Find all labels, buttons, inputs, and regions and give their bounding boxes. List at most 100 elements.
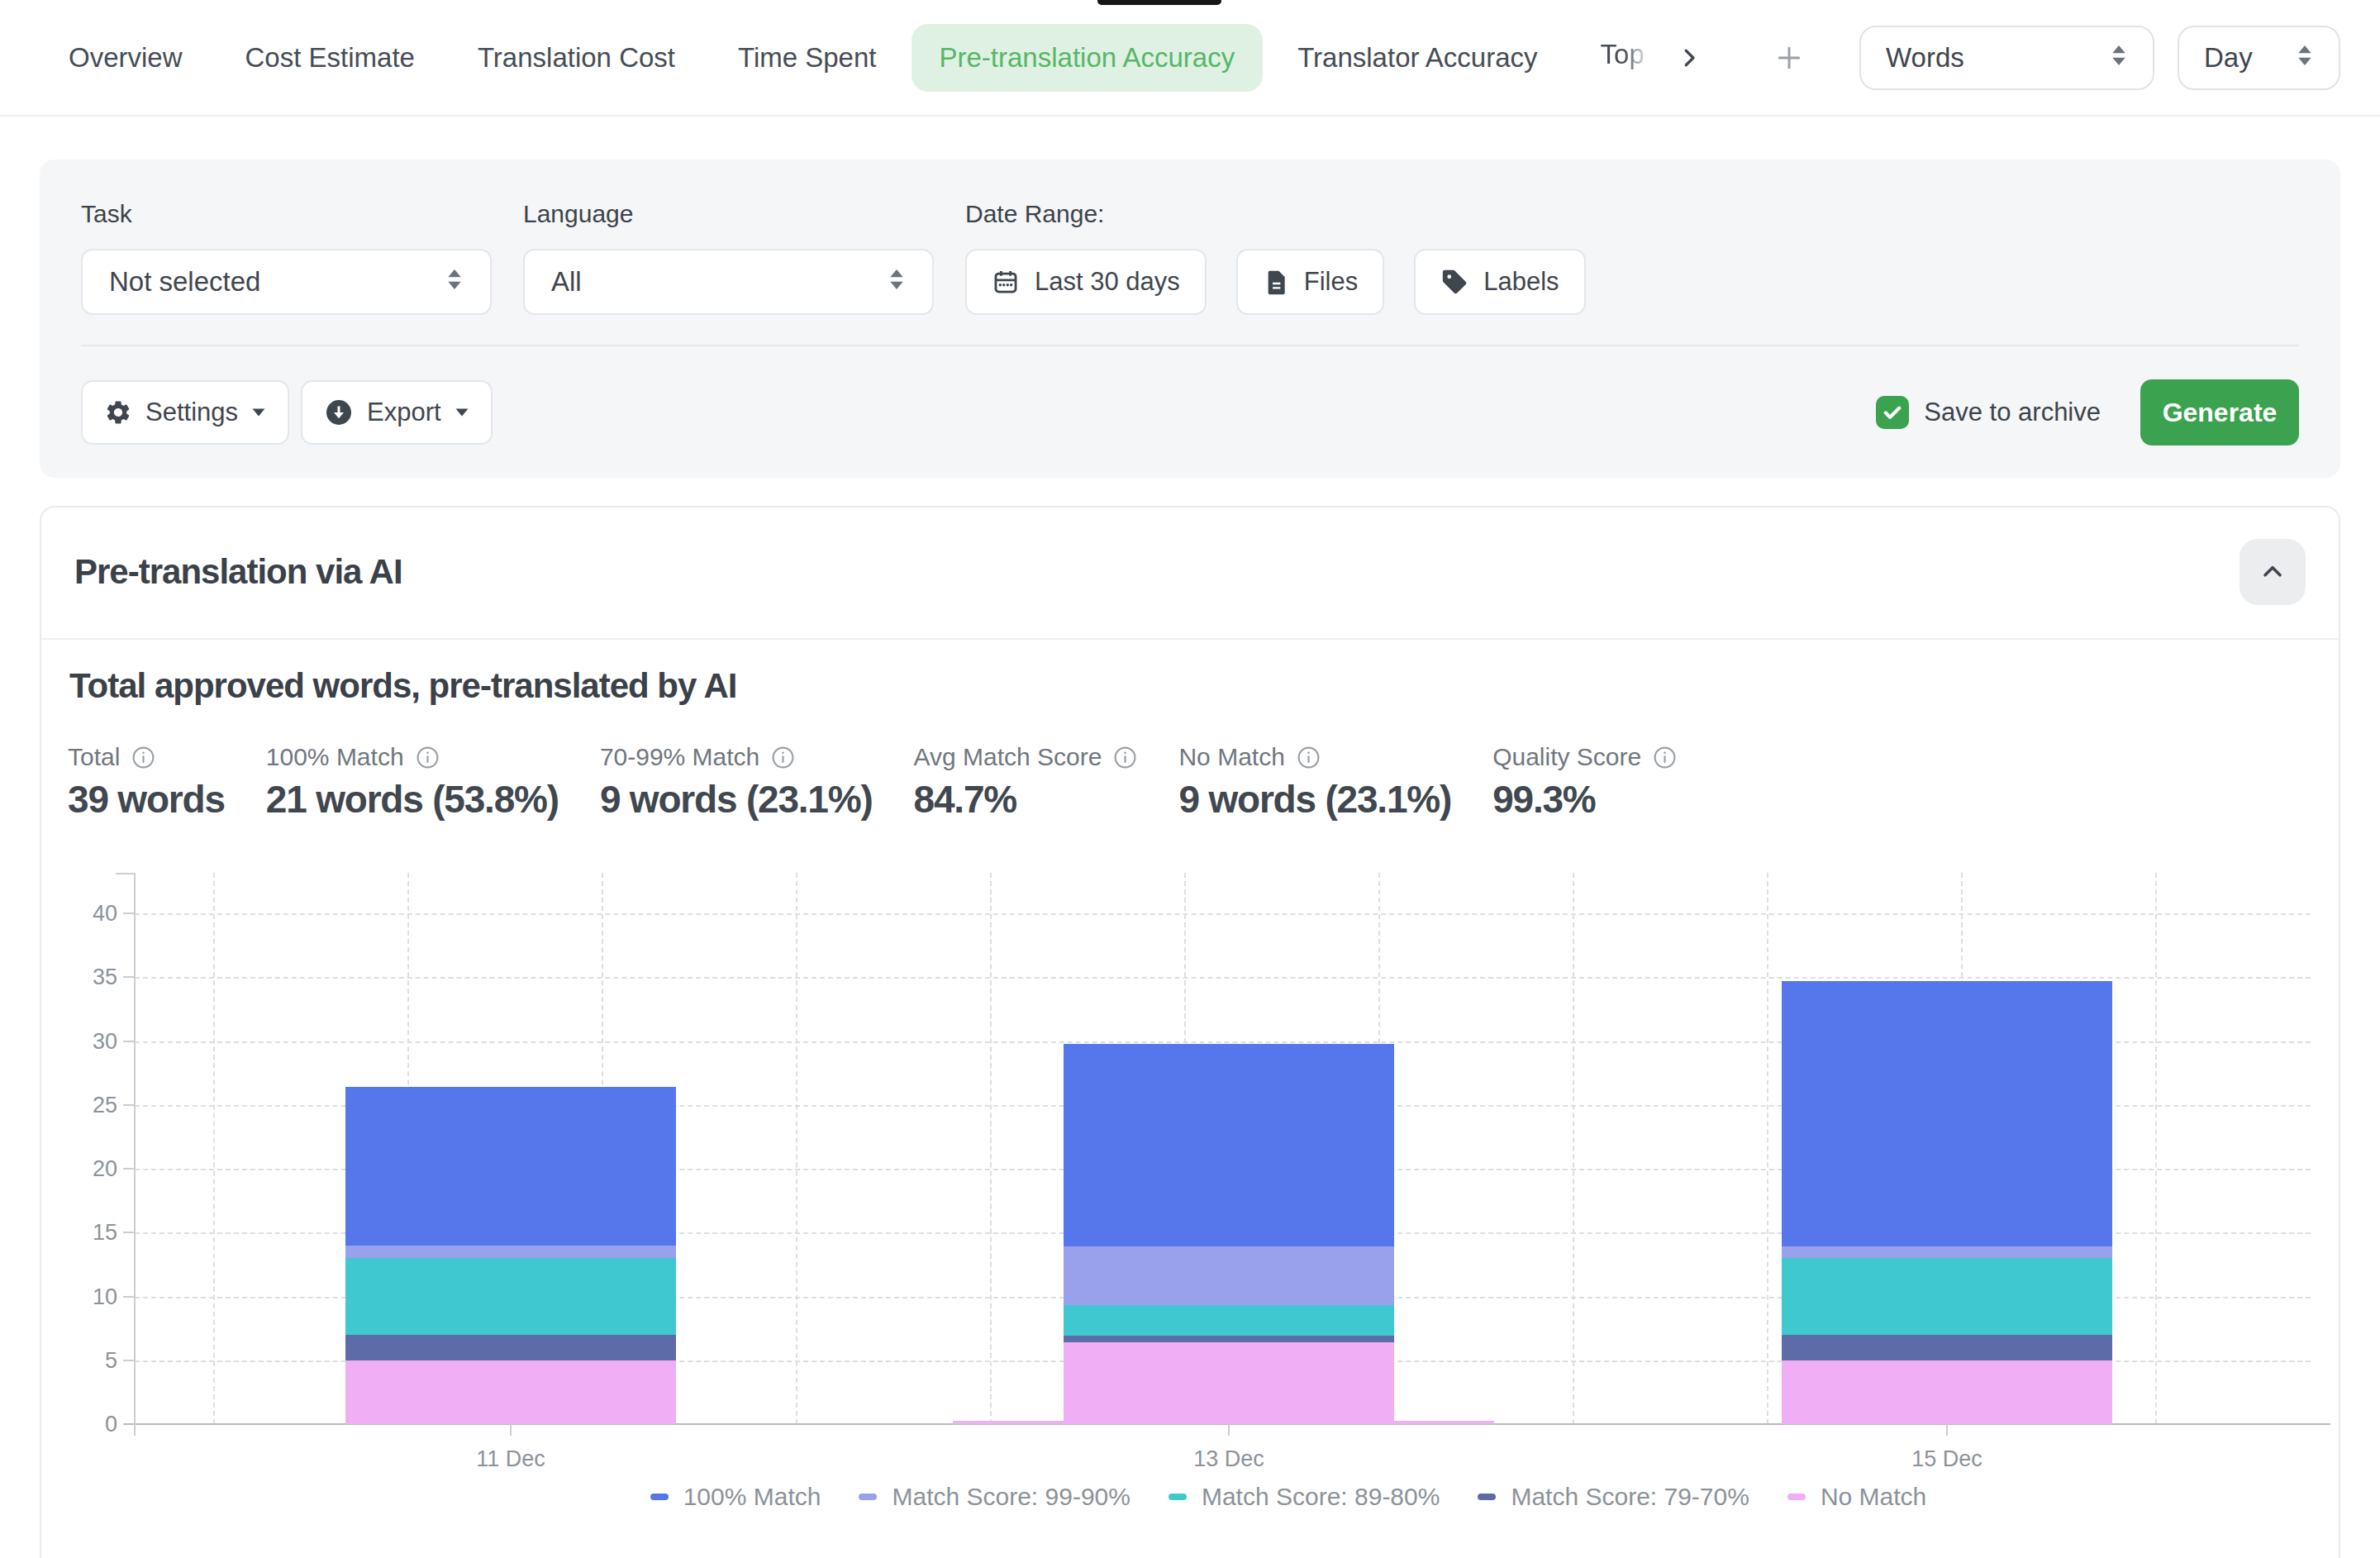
tab-label: Top bbox=[1601, 39, 1654, 70]
bar-15-dec-no-match[interactable] bbox=[1782, 1360, 2112, 1424]
gridline-vertical bbox=[796, 873, 797, 1424]
y-axis-label: 30 bbox=[60, 1029, 117, 1055]
save-to-archive-checkbox[interactable] bbox=[1876, 396, 1909, 429]
y-axis-label: 25 bbox=[60, 1093, 117, 1118]
files-button[interactable]: Files bbox=[1236, 249, 1384, 315]
x-tick bbox=[1946, 1424, 1948, 1436]
legend-item-match-score-89-80[interactable]: Match Score: 89-80% bbox=[1169, 1483, 1440, 1511]
legend-marker bbox=[859, 1494, 877, 1500]
x-tick bbox=[1228, 1424, 1230, 1436]
y-axis-line bbox=[134, 873, 136, 1436]
legend-label: 100% Match bbox=[683, 1483, 821, 1511]
bar-11-dec-match-score-99-90[interactable] bbox=[345, 1246, 676, 1258]
y-axis-label: 10 bbox=[60, 1284, 117, 1310]
bar-11-dec-no-match[interactable] bbox=[345, 1360, 676, 1424]
tab-time-spent[interactable]: Time Spent bbox=[710, 24, 905, 92]
gridline-vertical bbox=[2155, 873, 2157, 1424]
gridline-horizontal bbox=[135, 913, 2311, 915]
y-axis-label: 40 bbox=[60, 901, 117, 927]
settings-button[interactable]: Settings bbox=[81, 380, 289, 445]
gridline-vertical bbox=[1767, 873, 1768, 1424]
tab-overview[interactable]: Overview bbox=[40, 24, 211, 92]
y-tick bbox=[123, 912, 135, 914]
legend-item-no-match[interactable]: No Match bbox=[1787, 1483, 1926, 1511]
export-label: Export bbox=[367, 398, 441, 427]
bar-15-dec-100-match[interactable] bbox=[1782, 981, 2112, 1246]
legend-item-match-score-79-70[interactable]: Match Score: 79-70% bbox=[1478, 1483, 1749, 1511]
x-axis-label: 15 Dec bbox=[1889, 1446, 2005, 1472]
tabs: OverviewCost EstimateTranslation CostTim… bbox=[40, 21, 1660, 95]
y-axis-label: 5 bbox=[60, 1348, 117, 1374]
button-label: Labels bbox=[1483, 267, 1559, 297]
language-label: Language bbox=[523, 199, 934, 229]
legend-item-match-score-99-90[interactable]: Match Score: 99-90% bbox=[859, 1483, 1130, 1511]
export-button[interactable]: Export bbox=[301, 380, 493, 445]
tab-top[interactable]: Top bbox=[1573, 21, 1654, 95]
period-select[interactable]: Day bbox=[2178, 26, 2340, 90]
tab-translation-cost[interactable]: Translation Cost bbox=[450, 24, 703, 92]
task-label: Task bbox=[81, 199, 492, 229]
generate-button[interactable]: Generate bbox=[2140, 379, 2299, 445]
chart: 051015202530354011 Dec13 Dec15 Dec bbox=[41, 507, 2339, 1556]
last-30-days-button[interactable]: Last 30 days bbox=[965, 249, 1207, 315]
calendar-icon bbox=[992, 268, 1020, 296]
gridline-vertical bbox=[213, 873, 215, 1424]
check-icon bbox=[1881, 401, 1904, 424]
legend-label: Match Score: 79-70% bbox=[1511, 1483, 1749, 1511]
tab-pre-translation-accuracy[interactable]: Pre-translation Accuracy bbox=[912, 24, 1264, 92]
settings-label: Settings bbox=[145, 398, 238, 427]
bar-13-dec-match-score-89-80[interactable] bbox=[1064, 1305, 1394, 1336]
tab-bar: OverviewCost EstimateTranslation CostTim… bbox=[0, 0, 2380, 117]
unit-select-value: Words bbox=[1886, 42, 1964, 74]
caret-down-icon bbox=[251, 407, 266, 417]
x-axis-label: 13 Dec bbox=[1171, 1446, 1287, 1472]
y-tick bbox=[123, 1360, 135, 1361]
gridline-horizontal bbox=[135, 977, 2311, 979]
labels-button[interactable]: Labels bbox=[1414, 249, 1585, 315]
download-icon bbox=[324, 398, 354, 427]
task-select[interactable]: Not selected bbox=[81, 249, 492, 315]
tabs-overflow-button[interactable] bbox=[1677, 45, 1702, 70]
legend-marker bbox=[1478, 1494, 1496, 1500]
tab-cost-estimate[interactable]: Cost Estimate bbox=[217, 24, 443, 92]
bar-13-dec-100-match[interactable] bbox=[1064, 1044, 1394, 1247]
language-select[interactable]: All bbox=[523, 249, 934, 315]
y-tick bbox=[123, 1041, 135, 1042]
legend-marker bbox=[1169, 1494, 1187, 1500]
y-tick bbox=[123, 1232, 135, 1233]
date-range-label: Date Range: bbox=[965, 199, 1616, 229]
bar-13-dec-no-match[interactable] bbox=[1064, 1342, 1394, 1424]
bar-13-dec-match-score-99-90[interactable] bbox=[1064, 1246, 1394, 1305]
x-axis-label: 11 Dec bbox=[453, 1446, 569, 1472]
y-axis-label: 35 bbox=[60, 965, 117, 990]
legend-label: Match Score: 99-90% bbox=[892, 1483, 1130, 1511]
add-tab-button[interactable] bbox=[1773, 41, 1806, 74]
filter-panel: Task Not selected Language All Date Rang… bbox=[40, 160, 2340, 478]
legend-marker bbox=[1787, 1494, 1806, 1500]
task-select-value: Not selected bbox=[109, 266, 260, 298]
y-tick bbox=[123, 976, 135, 978]
chevron-right-icon bbox=[1677, 45, 1702, 70]
caret-down-icon bbox=[455, 407, 469, 417]
bar-15-dec-match-score-99-90[interactable] bbox=[1782, 1246, 2112, 1258]
bar-15-dec-match-score-89-80[interactable] bbox=[1782, 1258, 2112, 1335]
language-select-value: All bbox=[551, 266, 582, 298]
bar-11-dec-100-match[interactable] bbox=[345, 1087, 676, 1246]
gridline-vertical bbox=[990, 873, 992, 1424]
bar-11-dec-match-score-89-80[interactable] bbox=[345, 1258, 676, 1335]
select-arrows-icon bbox=[445, 266, 464, 298]
tag-icon bbox=[1440, 268, 1468, 296]
legend-item-100-match[interactable]: 100% Match bbox=[650, 1483, 821, 1511]
gear-icon bbox=[104, 398, 132, 426]
y-tick bbox=[123, 1296, 135, 1298]
filter-divider bbox=[81, 345, 2299, 346]
bar-13-dec-match-score-79-70[interactable] bbox=[1064, 1336, 1394, 1342]
legend-label: Match Score: 89-80% bbox=[1202, 1483, 1440, 1511]
y-axis-label: 15 bbox=[60, 1220, 117, 1246]
bar-11-dec-match-score-79-70[interactable] bbox=[345, 1335, 676, 1360]
tab-translator-accuracy[interactable]: Translator Accuracy bbox=[1269, 24, 1565, 92]
bar-15-dec-match-score-79-70[interactable] bbox=[1782, 1335, 2112, 1360]
unit-select[interactable]: Words bbox=[1859, 26, 2154, 90]
gridline-vertical bbox=[1573, 873, 1574, 1424]
file-icon bbox=[1263, 268, 1289, 296]
